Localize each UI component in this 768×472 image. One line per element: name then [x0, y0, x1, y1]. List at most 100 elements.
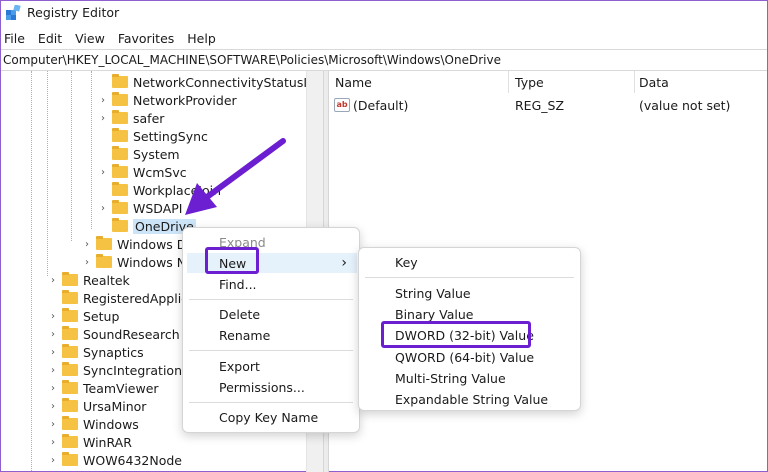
menu-edit[interactable]: Edit [38, 31, 62, 46]
folder-icon [62, 398, 78, 412]
chevron-right-icon[interactable]: › [47, 401, 59, 412]
address-bar[interactable]: Computer\HKEY_LOCAL_MACHINE\SOFTWARE\Pol… [1, 49, 767, 71]
folder-icon [62, 308, 78, 322]
menu-item-label: Rename [219, 327, 271, 343]
tree-item[interactable]: › safer [97, 109, 164, 127]
tree-item-label: NetworkConnectivityStatusIndica [133, 74, 323, 90]
menu-help[interactable]: Help [187, 31, 216, 46]
tree-item[interactable]: › Synaptics [47, 343, 144, 361]
menu-item-label: Delete [219, 306, 261, 322]
menu-separator [365, 277, 574, 278]
menu-view[interactable]: View [75, 31, 105, 46]
submenu-item-string-value[interactable]: String Value [359, 282, 580, 304]
window-title: Registry Editor [27, 5, 120, 20]
tree-item-label: Setup [83, 308, 120, 324]
chevron-right-icon[interactable]: › [97, 203, 109, 214]
menu-favorites[interactable]: Favorites [118, 31, 174, 46]
menu-item-label: Permissions... [219, 379, 305, 395]
value-type: REG_SZ [515, 98, 565, 113]
chevron-right-icon[interactable]: › [47, 437, 59, 448]
chevron-right-icon[interactable]: › [47, 329, 59, 340]
menu-item-copy-key-name[interactable]: Copy Key Name [183, 406, 359, 428]
column-header-data[interactable]: Data [635, 71, 767, 93]
tree-item[interactable]: › WSDAPI [97, 199, 182, 217]
folder-icon [62, 452, 78, 466]
value-data: (value not set) [639, 98, 731, 113]
column-type-label: Type [515, 74, 544, 90]
menu-bar: File Edit View Favorites Help [1, 27, 767, 49]
column-header-name[interactable]: Name [329, 71, 509, 93]
menu-file[interactable]: File [4, 31, 25, 46]
folder-icon [62, 290, 78, 304]
column-header-type[interactable]: Type [509, 71, 635, 93]
tree-item[interactable]: › SyncIntegrationCli [47, 361, 198, 379]
chevron-right-icon[interactable]: › [47, 419, 59, 430]
menu-separator [189, 402, 353, 403]
chevron-right-icon[interactable]: › [47, 383, 59, 394]
chevron-right-icon: › [341, 255, 347, 271]
menu-item-label: Copy Key Name [219, 409, 319, 425]
menu-item-label: Find... [219, 276, 257, 292]
folder-icon [62, 272, 78, 286]
tree-item[interactable]: › NetworkProvider [97, 91, 237, 109]
chevron-right-icon[interactable]: › [97, 167, 109, 178]
chevron-right-icon[interactable]: › [47, 275, 59, 286]
menu-item-find[interactable]: Find... [183, 273, 359, 295]
folder-icon [62, 434, 78, 448]
chevron-right-icon[interactable]: › [81, 257, 93, 268]
tree-item[interactable]: › Setup [47, 307, 119, 325]
chevron-right-icon[interactable]: › [47, 311, 59, 322]
folder-icon [112, 128, 128, 142]
folder-icon [62, 362, 78, 376]
tree-item-label: SoundResearch [83, 326, 180, 342]
submenu-item-qword-value[interactable]: QWORD (64-bit) Value [359, 346, 580, 368]
tree-item-label: UrsaMinor [83, 398, 147, 414]
tree-item[interactable]: › TeamViewer [47, 379, 159, 397]
tree-item[interactable]: › Realtek [47, 271, 130, 289]
annotation-highlight-dword [381, 321, 531, 348]
menu-item-label: Binary Value [395, 306, 474, 322]
menu-item-label: Key [395, 254, 418, 270]
submenu-item-key[interactable]: Key [359, 251, 580, 273]
annotation-highlight-new [205, 247, 259, 274]
value-row[interactable]: ab (Default) REG_SZ (value not set) [329, 95, 767, 115]
folder-icon [112, 182, 128, 196]
menu-item-label: Expandable String Value [395, 391, 549, 407]
tree-item[interactable]: › Windows NT [81, 253, 194, 271]
chevron-right-icon[interactable]: › [97, 95, 109, 106]
chevron-right-icon[interactable]: › [47, 365, 59, 376]
folder-icon [62, 416, 78, 430]
menu-item-delete[interactable]: Delete [183, 303, 359, 325]
column-data-label: Data [639, 74, 669, 90]
menu-item-permissions[interactable]: Permissions... [183, 376, 359, 398]
tree-item-label: NetworkProvider [133, 92, 237, 108]
tree-item[interactable]: › Windows De [81, 235, 194, 253]
submenu-item-expandable-string-value[interactable]: Expandable String Value [359, 388, 580, 410]
folder-icon [96, 254, 112, 268]
folder-icon [112, 74, 128, 88]
column-name-label: Name [335, 74, 372, 90]
menu-item-export[interactable]: Export [183, 355, 359, 377]
chevron-right-icon[interactable]: › [97, 113, 109, 124]
tree-item[interactable]: › UrsaMinor [47, 397, 146, 415]
tree-guide [47, 71, 48, 276]
chevron-right-icon[interactable]: › [81, 239, 93, 250]
tree-item[interactable]: RegisteredApplica [47, 289, 196, 307]
string-value-icon: ab [334, 98, 350, 112]
tree-item[interactable]: › WOW6432Node [47, 451, 182, 469]
tree-item[interactable]: System [97, 145, 180, 163]
chevron-right-icon[interactable]: › [47, 347, 59, 358]
tree-item[interactable]: › SoundResearch [47, 325, 180, 343]
registry-editor-icon [6, 5, 21, 20]
chevron-right-icon[interactable]: › [47, 455, 59, 466]
menu-separator [189, 350, 353, 351]
tree-guide [71, 71, 72, 241]
menu-item-rename[interactable]: Rename [183, 324, 359, 346]
folder-icon [62, 380, 78, 394]
folder-icon [112, 164, 128, 178]
submenu-item-multi-string-value[interactable]: Multi-String Value [359, 367, 580, 389]
tree-item-label: WOW6432Node [83, 452, 182, 468]
tree-item[interactable]: › Windows [47, 415, 139, 433]
tree-item[interactable]: › WinRAR [47, 433, 132, 451]
tree-item[interactable]: NetworkConnectivityStatusIndica [97, 73, 323, 91]
